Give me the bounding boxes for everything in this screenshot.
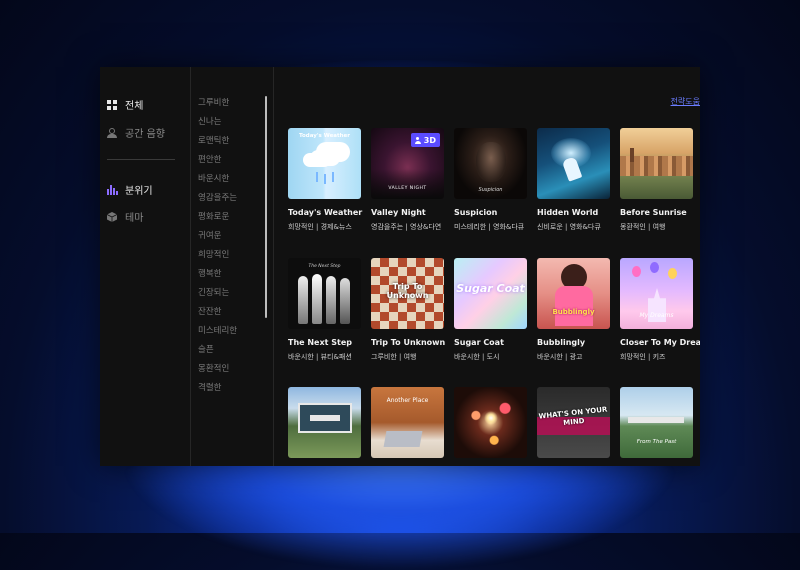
track-card[interactable]: Today's Weather Today's Weather 희망적인 | 경… — [288, 128, 362, 232]
mood-item[interactable]: 신나는 — [198, 116, 268, 135]
mood-item[interactable]: 몽환적인 — [198, 363, 268, 382]
album-art — [454, 387, 527, 458]
track-card[interactable]: Another Place — [371, 387, 445, 458]
3d-badge: 3D — [410, 133, 440, 147]
album-art: From The Past — [620, 387, 693, 458]
track-tags: 영감을주는 | 영상&다연 — [371, 223, 442, 231]
track-tags: 바운시한 | 뷰티&패션 — [288, 353, 352, 361]
track-title: The Next Step — [288, 338, 352, 347]
album-art-text: Bubblingly — [552, 308, 595, 316]
track-tags: 몽환적인 | 여행 — [620, 223, 666, 231]
track-tags: 바운시한 | 광고 — [537, 353, 583, 361]
track-title: Hidden World — [537, 208, 599, 217]
track-tags: 희망적인 | 경제&뉴스 — [288, 223, 352, 231]
mood-list-scrollbar[interactable] — [265, 96, 267, 318]
mood-item[interactable]: 슬픈 — [198, 344, 268, 363]
album-art-text: My Dreams — [639, 312, 674, 319]
mood-item[interactable]: 로맨틱한 — [198, 135, 268, 154]
track-title: Sugar Coat — [454, 338, 504, 347]
track-tags: 미스테리한 | 영화&다큐 — [454, 223, 525, 231]
album-art-text: Sugar Coat — [456, 282, 525, 295]
mood-item[interactable]: 행복한 — [198, 268, 268, 287]
divider — [273, 67, 274, 466]
track-card[interactable]: From The Past — [620, 387, 694, 458]
nav-item-all[interactable]: 전체 — [107, 97, 143, 112]
album-art-text: From The Past — [636, 439, 677, 445]
track-title: Valley Night — [371, 208, 426, 217]
album-art: Sugar Coat — [454, 258, 527, 329]
more-link[interactable]: 전략도움 — [671, 96, 700, 107]
track-title: Today's Weather — [288, 208, 363, 217]
album-art: Suspicion — [454, 128, 527, 199]
track-card[interactable]: Trip To Unknown Trip To Unknown 그루비한 | 여… — [371, 258, 445, 362]
album-art — [288, 387, 361, 458]
album-art-text: Suspicion — [478, 187, 503, 193]
nav-item-label: 전체 — [125, 101, 144, 112]
track-title: Bubblingly — [537, 338, 586, 347]
mood-list: 그루비한 신나는 로맨틱한 편안한 바운시한 영감을주는 평화로운 귀여운 희망… — [198, 97, 268, 401]
mood-item[interactable]: 잔잔한 — [198, 306, 268, 325]
mood-item[interactable]: 귀여운 — [198, 230, 268, 249]
track-card[interactable]: Suspicion Suspicion 미스테리한 | 영화&다큐 — [454, 128, 528, 232]
cube-icon — [106, 211, 118, 222]
mood-item[interactable]: 바운시한 — [198, 173, 268, 192]
album-art: Trip To Unknown — [371, 258, 444, 329]
person-icon — [414, 136, 421, 144]
album-art: WHAT'S ON YOUR MIND — [537, 387, 610, 458]
track-card[interactable]: The Next Step The Next Step 바운시한 | 뷰티&패션 — [288, 258, 362, 362]
mood-item[interactable]: 그루비한 — [198, 97, 268, 116]
album-art: Today's Weather — [288, 128, 361, 199]
track-title: Trip To Unknown — [371, 338, 446, 347]
nav-item-label: 테마 — [125, 213, 144, 224]
mood-item[interactable]: 격렬한 — [198, 382, 268, 401]
nav-item-theme[interactable]: 테마 — [106, 209, 144, 224]
album-art-text: VALLEY NIGHT — [388, 186, 427, 191]
track-tags: 바운시한 | 도시 — [454, 353, 500, 361]
mood-item[interactable]: 영감을주는 — [198, 192, 268, 211]
track-card[interactable]: WHAT'S ON YOUR MIND — [537, 387, 611, 458]
nav-divider — [107, 159, 175, 160]
mood-item[interactable]: 희망적인 — [198, 249, 268, 268]
track-tags: 희망적인 | 키즈 — [620, 353, 666, 361]
grid-icon — [107, 99, 117, 110]
album-art: The Next Step — [288, 258, 361, 329]
track-card[interactable]: My Dreams Closer To My Dreams 희망적인 | 키즈 — [620, 258, 700, 362]
track-card[interactable]: Hidden World 신비로운 | 영화&다큐 — [537, 128, 611, 232]
mood-item[interactable]: 긴장되는 — [198, 287, 268, 306]
track-card[interactable] — [288, 387, 362, 458]
track-tags: 신비로운 | 영화&다큐 — [537, 223, 601, 231]
nav-item-mood[interactable]: 분위기 — [107, 182, 153, 197]
music-library-window: 전체 공간 음향 분위기 테마 그루비한 신나는 로맨틱한 편안한 바운시한 영… — [100, 67, 700, 466]
mood-item[interactable]: 편안한 — [198, 154, 268, 173]
album-art-text: Today's Weather — [298, 133, 351, 139]
track-title: Suspicion — [454, 208, 498, 217]
nav-item-spatial-audio[interactable]: 공간 음향 — [107, 125, 165, 140]
bars-icon — [107, 184, 118, 195]
person-audio-icon — [107, 127, 117, 138]
divider — [190, 67, 191, 466]
album-art: Bubblingly — [537, 258, 610, 329]
track-title: Closer To My Dreams — [620, 338, 700, 347]
album-art-text: The Next Step — [308, 264, 341, 269]
track-card[interactable] — [454, 387, 528, 458]
category-nav: 전체 공간 음향 분위기 테마 — [100, 67, 190, 466]
track-card[interactable]: Bubblingly Bubblingly 바운시한 | 광고 — [537, 258, 611, 362]
track-card[interactable]: Sugar Coat Sugar Coat 바운시한 | 도시 — [454, 258, 528, 362]
album-art: My Dreams — [620, 258, 693, 329]
track-card[interactable]: VALLEY NIGHT 3D Valley Night 영감을주는 | 영상&… — [371, 128, 445, 232]
track-tags: 그루비한 | 여행 — [371, 353, 417, 361]
mood-item[interactable]: 미스테리한 — [198, 325, 268, 344]
album-art-text: Another Place — [386, 397, 429, 404]
album-art-text: Trip To Unknown — [386, 282, 429, 300]
nav-item-label: 분위기 — [125, 186, 153, 197]
nav-item-label: 공간 음향 — [125, 129, 165, 140]
album-art: Another Place — [371, 387, 444, 458]
mood-item[interactable]: 평화로운 — [198, 211, 268, 230]
album-art — [537, 128, 610, 199]
track-title: Before Sunrise — [620, 208, 687, 217]
badge-label: 3D — [423, 135, 436, 145]
album-art: VALLEY NIGHT 3D — [371, 128, 444, 199]
track-card[interactable]: Before Sunrise 몽환적인 | 여행 — [620, 128, 694, 232]
album-art — [620, 128, 693, 199]
